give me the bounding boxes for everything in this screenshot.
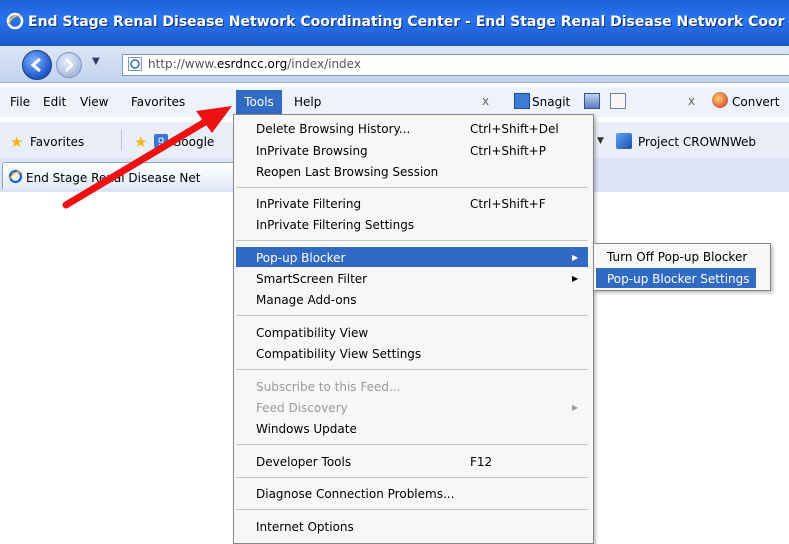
menu-item-feed-discovery: Feed Discovery [256,401,348,415]
add-favorite-icon[interactable]: ★ [134,133,147,151]
menu-item-manage-addons[interactable]: Manage Add-ons [256,293,356,307]
favorites-button[interactable]: Favorites [30,135,84,149]
submenu-item-popup-blocker-settings[interactable]: Pop-up Blocker Settings [607,272,750,286]
menu-separator [236,187,588,188]
close-toolbar-icon[interactable]: x [482,94,489,108]
google-icon: g [154,134,168,148]
shortcut-inprivate-browsing: Ctrl+Shift+P [470,144,546,158]
menu-item-diagnose-connection[interactable]: Diagnose Connection Problems... [256,487,454,501]
menu-help[interactable]: Help [294,95,321,109]
url-path: /index/index [287,57,361,71]
url-prefix: http://www. [148,57,217,71]
menu-bar [0,87,789,117]
menu-file[interactable]: File [10,95,30,109]
google-link[interactable]: Google [172,135,214,149]
internet-explorer-icon [6,12,24,30]
forward-button[interactable] [56,52,82,78]
tab-label: End Stage Renal Disease Net [26,171,201,185]
back-arrow-icon [30,57,41,73]
menu-separator [236,444,588,445]
crownweb-icon [616,133,632,149]
history-dropdown-icon[interactable]: ▼ [92,56,100,67]
page-favicon-icon [128,57,142,71]
convert-icon [712,92,728,108]
menu-edit[interactable]: Edit [43,95,66,109]
menu-item-delete-browsing-history[interactable]: Delete Browsing History... [256,122,410,136]
submenu-arrow-icon: ▶ [572,253,579,262]
close-toolbar-icon-2[interactable]: x [688,94,695,108]
menu-separator [236,477,588,478]
address-url[interactable]: http://www.esrdncc.org/index/index [148,57,361,71]
menu-item-smartscreen-filter[interactable]: SmartScreen Filter [256,272,367,286]
menu-view[interactable]: View [80,95,108,109]
shortcut-developer-tools: F12 [470,455,493,469]
menu-item-internet-options[interactable]: Internet Options [256,520,354,534]
menu-item-inprivate-browsing[interactable]: InPrivate Browsing [256,144,368,158]
project-crownweb-link[interactable]: Project CROWNWeb [638,135,756,149]
menu-separator [236,509,588,510]
back-button[interactable] [22,50,52,80]
menu-favorites[interactable]: Favorites [131,95,185,109]
convert-button[interactable]: Convert [732,95,779,109]
snagit-icon [514,93,530,109]
internet-explorer-icon [8,169,23,184]
menu-item-windows-update[interactable]: Windows Update [256,422,357,436]
url-host: esrdncc.org [216,57,288,71]
menu-item-subscribe-feed: Subscribe to this Feed... [256,380,401,394]
favorites-star-icon[interactable]: ★ [10,133,23,151]
menu-item-inprivate-filtering[interactable]: InPrivate Filtering [256,197,361,211]
favorites-divider [121,130,122,150]
submenu-arrow-icon: ▶ [572,403,579,412]
forward-arrow-icon [65,58,74,72]
snagit-capture-icon[interactable] [584,93,600,109]
submenu-arrow-icon: ▶ [572,274,579,283]
menu-separator [236,315,588,316]
submenu-item-turn-off-popup-blocker[interactable]: Turn Off Pop-up Blocker [607,250,747,264]
menu-item-popup-blocker[interactable]: Pop-up Blocker [256,251,345,265]
snagit-button[interactable]: Snagit [532,95,570,109]
menu-separator [236,369,588,370]
menu-tools[interactable]: Tools [236,90,282,114]
menu-separator [236,240,588,241]
menu-item-compatibility-view[interactable]: Compatibility View [256,326,368,340]
shortcut-delete-browsing-history: Ctrl+Shift+Del [470,122,559,136]
snagit-window-icon[interactable] [610,93,626,109]
shortcut-inprivate-filtering: Ctrl+Shift+F [470,197,546,211]
menu-item-inprivate-filtering-settings[interactable]: InPrivate Filtering Settings [256,218,414,232]
window-title: End Stage Renal Disease Network Coordina… [28,14,785,30]
menu-item-compatibility-view-settings[interactable]: Compatibility View Settings [256,347,421,361]
menu-item-developer-tools[interactable]: Developer Tools [256,455,351,469]
chevron-down-icon[interactable]: ▼ [597,136,604,146]
menu-item-reopen-last-session[interactable]: Reopen Last Browsing Session [256,165,438,179]
